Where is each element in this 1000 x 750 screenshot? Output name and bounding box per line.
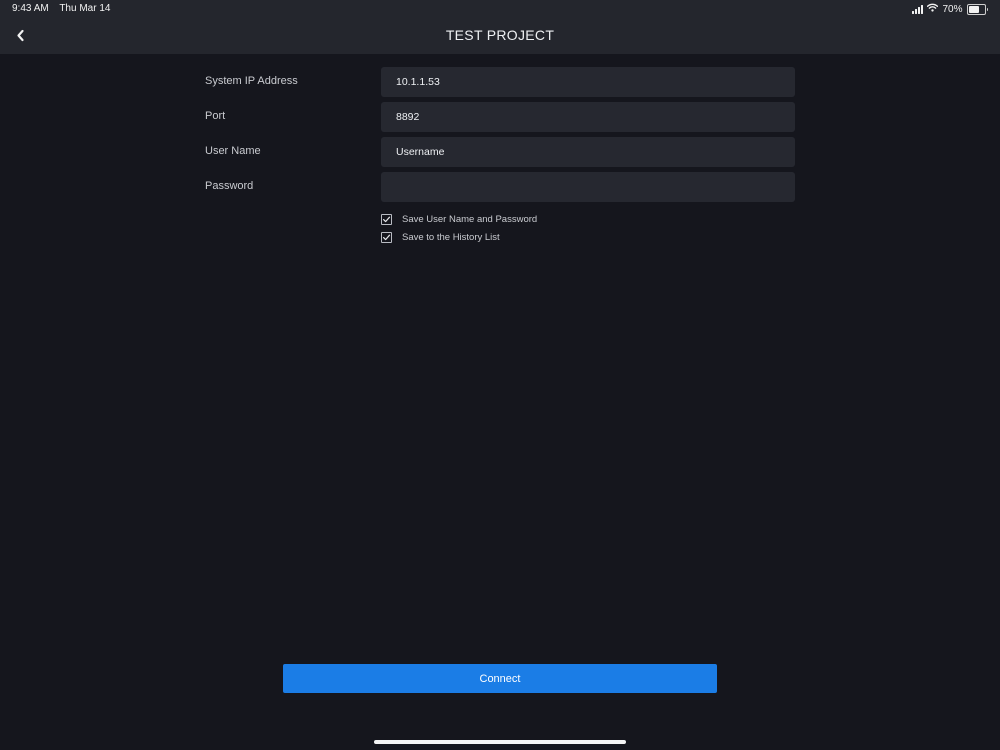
password-label: Password <box>205 180 254 192</box>
port-input[interactable] <box>381 102 795 132</box>
signal-icon <box>912 4 924 14</box>
battery-percent: 70% <box>942 3 963 15</box>
navigation-bar: 9:43 AM Thu Mar 14 70% TEST PROJECT <box>0 0 1000 54</box>
user-name-input[interactable] <box>381 137 795 167</box>
ip-address-input[interactable] <box>381 67 795 97</box>
wifi-icon <box>927 3 939 15</box>
status-time: 9:43 AM <box>12 3 49 14</box>
page-title: TEST PROJECT <box>445 27 555 43</box>
checkmark-icon <box>383 234 391 240</box>
port-label: Port <box>205 110 226 122</box>
home-indicator[interactable] <box>374 740 626 744</box>
user-name-row: User Name <box>0 137 1000 167</box>
connect-button[interactable]: Connect <box>283 664 717 693</box>
battery-icon <box>966 3 988 15</box>
status-bar-right: 70% <box>912 3 988 15</box>
battery-level <box>968 5 979 13</box>
user-name-label: User Name <box>205 145 261 157</box>
port-row: Port <box>0 102 1000 132</box>
save-history-option[interactable]: Save to the History List <box>381 230 500 244</box>
save-credentials-checkbox[interactable] <box>381 213 392 225</box>
checkmark-icon <box>383 216 391 222</box>
save-history-label: Save to the History List <box>402 231 500 243</box>
ip-address-label: System IP Address <box>205 75 298 87</box>
password-input[interactable] <box>381 172 795 202</box>
status-bar-left: 9:43 AM Thu Mar 14 <box>12 3 118 14</box>
ip-address-row: System IP Address <box>0 67 1000 97</box>
status-date: Thu Mar 14 <box>59 3 111 14</box>
save-credentials-option[interactable]: Save User Name and Password <box>381 212 537 226</box>
password-row: Password <box>0 172 1000 202</box>
save-credentials-label: Save User Name and Password <box>402 213 538 225</box>
save-history-checkbox[interactable] <box>381 231 392 243</box>
